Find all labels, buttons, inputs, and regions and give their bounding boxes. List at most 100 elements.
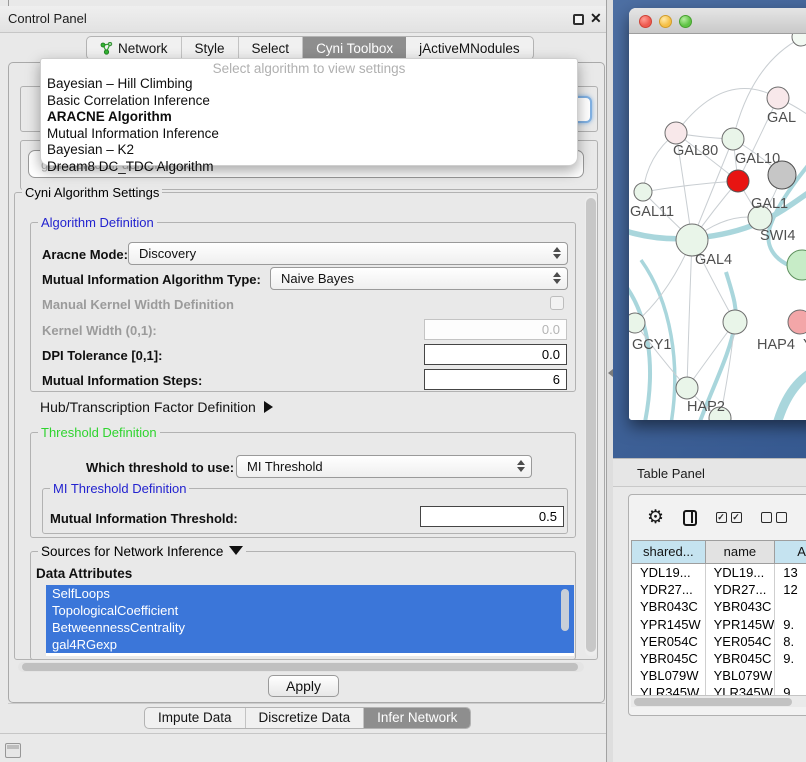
mi-threshold-label: Mutual Information Threshold: bbox=[50, 511, 238, 526]
table-row[interactable]: YDL19...YDL19...13 bbox=[632, 564, 806, 581]
table-row[interactable]: YPR145WYPR145W9. bbox=[632, 616, 806, 633]
settings-vertical-scrollbar[interactable] bbox=[585, 196, 597, 656]
node-gal-pink[interactable] bbox=[767, 87, 789, 109]
mi-steps-field[interactable]: 6 bbox=[424, 369, 567, 390]
zoom-traffic-light-icon[interactable] bbox=[679, 15, 692, 28]
cell: YBR045C bbox=[706, 650, 776, 667]
table-row[interactable]: YBL079WYBL079W bbox=[632, 667, 806, 684]
tab-jactivemnodules[interactable]: jActiveMNodules bbox=[406, 37, 533, 59]
node-hap2[interactable] bbox=[676, 377, 698, 399]
threshold-definition-title: Threshold Definition bbox=[38, 425, 160, 440]
node-gal10[interactable] bbox=[722, 128, 744, 150]
tab-impute-data[interactable]: Impute Data bbox=[145, 708, 246, 728]
table-horizontal-scrollbar[interactable] bbox=[631, 695, 806, 707]
apply-button[interactable]: Apply bbox=[268, 675, 339, 697]
close-icon[interactable]: ✕ bbox=[590, 10, 602, 27]
cell: YBL079W bbox=[706, 667, 776, 684]
scrollbar-thumb[interactable] bbox=[22, 663, 578, 671]
attribute-gal4rgexp[interactable]: gal4RGexp bbox=[46, 636, 574, 653]
attribute-betweennesscentrality[interactable]: BetweennessCentrality bbox=[46, 619, 574, 636]
column-header-name[interactable]: name bbox=[706, 541, 776, 563]
mi-type-combobox[interactable]: Naive Bayes bbox=[270, 267, 568, 290]
tab-cyni-toolbox[interactable]: Cyni Toolbox bbox=[303, 37, 406, 59]
kernel-width-field[interactable]: 0.0 bbox=[424, 319, 567, 340]
tab-select[interactable]: Select bbox=[239, 37, 304, 59]
algorithm-option-basic-correlation[interactable]: Basic Correlation Inference bbox=[41, 93, 577, 110]
spinner-arrows-icon bbox=[516, 460, 525, 472]
attribute-selfloops[interactable]: SelfLoops bbox=[46, 585, 574, 602]
scrollbar-thumb[interactable] bbox=[634, 698, 792, 706]
control-panel-title: Control Panel bbox=[8, 11, 87, 26]
network-canvas[interactable]: GAL GAL80 GAL10 GAL1 GAL11 GAL4 SWI4 GCY… bbox=[629, 34, 806, 420]
node-hap4[interactable] bbox=[723, 310, 747, 334]
table-row[interactable]: YER054CYER054C8. bbox=[632, 633, 806, 650]
settings-horizontal-scrollbar[interactable] bbox=[18, 662, 584, 672]
hide-all-columns-icon[interactable] bbox=[761, 512, 787, 523]
hub-definition-expander[interactable]: Hub/Transcription Factor Definition bbox=[40, 399, 273, 415]
network-view-window[interactable]: GAL GAL80 GAL10 GAL1 GAL11 GAL4 SWI4 GCY… bbox=[629, 8, 806, 420]
algorithm-option-aracne[interactable]: ARACNE Algorithm bbox=[41, 109, 577, 126]
node-label: GAL11 bbox=[630, 204, 674, 220]
column-header-shared-name[interactable]: shared... bbox=[632, 541, 706, 563]
cell: YBR043C bbox=[706, 598, 776, 615]
spinner-arrows-icon bbox=[552, 272, 561, 284]
mi-threshold-field[interactable]: 0.5 bbox=[420, 506, 564, 527]
algorithm-option-bayesian-hill-climbing[interactable]: Bayesian – Hill Climbing bbox=[41, 76, 577, 93]
cell: YDL19... bbox=[632, 564, 706, 581]
table-row[interactable]: YDR27...YDR27...12 bbox=[632, 581, 806, 598]
float-panel-icon[interactable] bbox=[573, 14, 584, 25]
algorithm-option-bayesian-k2[interactable]: Bayesian – K2 bbox=[41, 142, 577, 159]
algorithm-option-mutual-information[interactable]: Mutual Information Inference bbox=[41, 126, 577, 143]
tab-discretize-data[interactable]: Discretize Data bbox=[246, 708, 365, 728]
tab-network[interactable]: Network bbox=[87, 37, 182, 59]
cell: YDR27... bbox=[632, 581, 706, 598]
node-gal80[interactable] bbox=[665, 122, 687, 144]
columns-icon[interactable] bbox=[683, 510, 697, 526]
control-panel-bottom-edge bbox=[0, 733, 606, 734]
hub-definition-label: Hub/Transcription Factor Definition bbox=[40, 399, 256, 415]
show-all-columns-icon[interactable]: ✓✓ bbox=[716, 512, 742, 523]
manual-kernel-checkbox[interactable] bbox=[550, 296, 564, 310]
node-swi4[interactable] bbox=[787, 250, 806, 280]
node-label: GAL1 bbox=[751, 196, 788, 212]
collapse-down-icon bbox=[229, 546, 243, 555]
node-salmon[interactable] bbox=[788, 310, 806, 334]
node-partial-top[interactable] bbox=[792, 34, 806, 46]
which-threshold-combobox[interactable]: MI Threshold bbox=[236, 455, 532, 478]
tab-style[interactable]: Style bbox=[182, 37, 239, 59]
cell: 9. bbox=[775, 650, 806, 667]
node-red-selected[interactable] bbox=[727, 170, 749, 192]
close-traffic-light-icon[interactable] bbox=[639, 15, 652, 28]
table-panel-title: Table Panel bbox=[637, 466, 705, 481]
column-header-partial[interactable]: A bbox=[775, 541, 806, 563]
dpi-tolerance-field[interactable]: 0.0 bbox=[424, 344, 567, 365]
table-row[interactable]: YBR045CYBR045C9. bbox=[632, 650, 806, 667]
tab-select-label: Select bbox=[252, 41, 290, 56]
node-gal11[interactable] bbox=[634, 183, 652, 201]
manual-kernel-label: Manual Kernel Width Definition bbox=[42, 297, 234, 312]
table-toolbar: ⚙ ✓✓ bbox=[629, 495, 806, 540]
list-scrollbar-thumb[interactable] bbox=[561, 589, 569, 631]
cell: 9. bbox=[775, 616, 806, 633]
tab-network-label: Network bbox=[118, 41, 168, 56]
scrollbar-thumb[interactable] bbox=[586, 198, 596, 652]
attribute-topologicalcoefficient[interactable]: TopologicalCoefficient bbox=[46, 602, 574, 619]
gear-icon[interactable]: ⚙ bbox=[647, 508, 664, 527]
node-label: GAL80 bbox=[673, 143, 718, 159]
aracne-mode-combobox[interactable]: Discovery bbox=[128, 242, 568, 265]
docked-panel-icon[interactable] bbox=[5, 743, 21, 758]
sources-expander[interactable]: Sources for Network Inference bbox=[38, 544, 246, 559]
data-attributes-list[interactable]: SelfLoops TopologicalCoefficient Between… bbox=[46, 585, 574, 656]
expand-right-icon bbox=[264, 401, 273, 413]
panel-splitter[interactable] bbox=[606, 0, 613, 762]
algorithm-option-dream8[interactable]: Dream8 DC_TDC Algorithm bbox=[41, 159, 577, 176]
mi-steps-label: Mutual Information Steps: bbox=[42, 373, 202, 388]
minimize-traffic-light-icon[interactable] bbox=[659, 15, 672, 28]
tab-infer-network[interactable]: Infer Network bbox=[364, 708, 470, 728]
table-row[interactable]: YBR043CYBR043C bbox=[632, 598, 806, 615]
tab-jactivemnodules-label: jActiveMNodules bbox=[419, 41, 520, 56]
cell: YBL079W bbox=[632, 667, 706, 684]
table-row[interactable]: YLR345WYLR345W9. bbox=[632, 684, 806, 695]
node-gcy1[interactable] bbox=[629, 313, 645, 333]
network-window-titlebar[interactable] bbox=[629, 8, 806, 34]
